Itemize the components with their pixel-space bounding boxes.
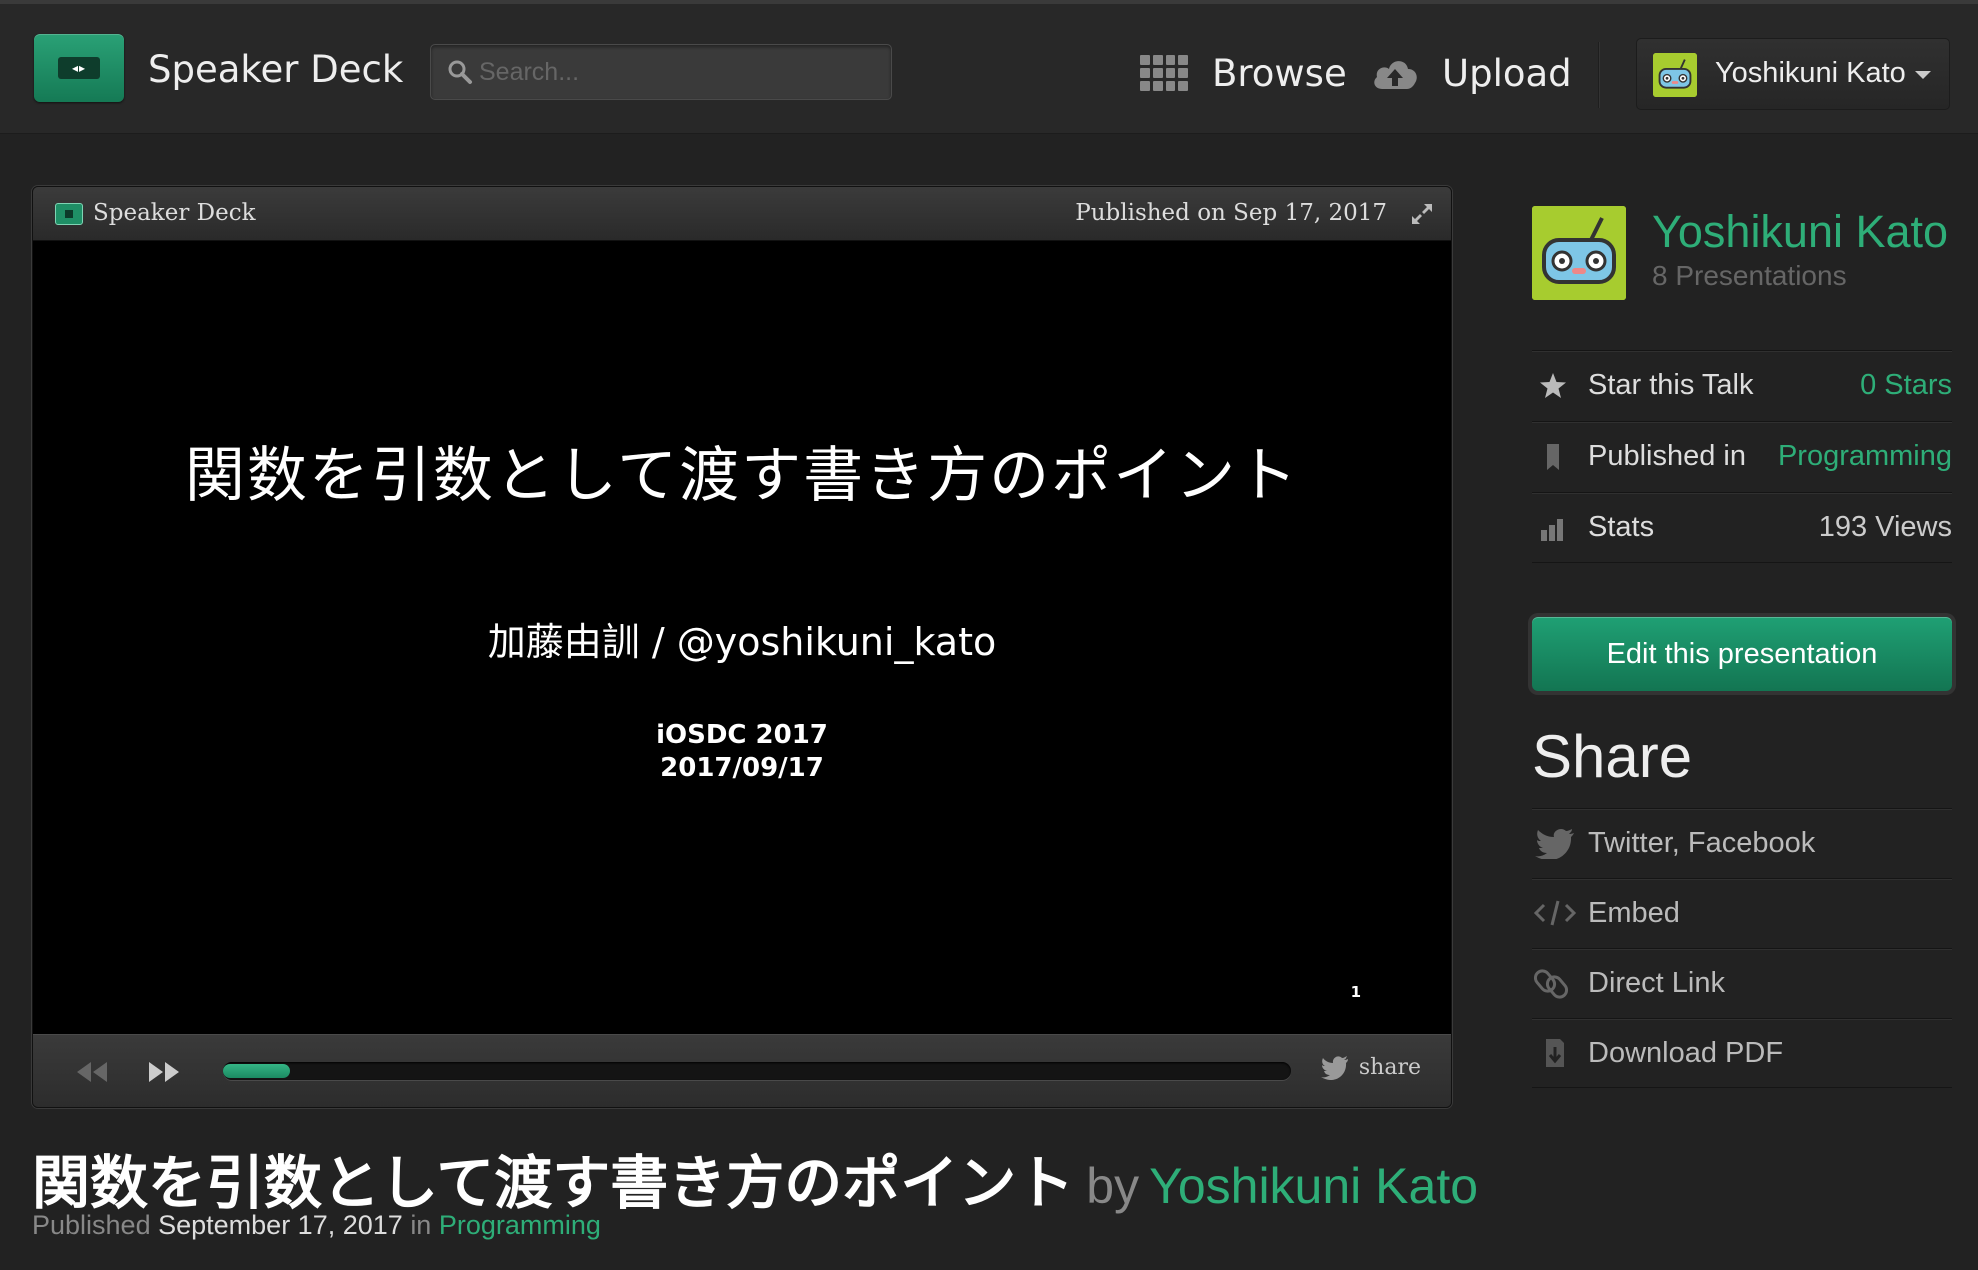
boombox-avatar-icon [1532,206,1626,300]
player-brand[interactable]: Speaker Deck [93,200,256,226]
caret-down-icon [1915,71,1931,79]
nav-upload-label: Upload [1442,51,1572,95]
bar-chart-icon [1541,519,1563,541]
share-direct-link-label: Direct Link [1588,967,1725,999]
author-avatar[interactable] [1532,206,1626,300]
user-menu-dropdown[interactable]: Yoshikuni Kato [1636,38,1950,110]
slide-player: Speaker Deck Published on Sep 17, 2017 関… [32,186,1452,1108]
talk-meta: Published September 17, 2017 in Programm… [32,1210,601,1241]
presentation-count[interactable]: 8 Presentations [1652,260,1847,292]
slide-conference: iOSDC 2017 [656,720,828,750]
stats-label: Stats [1588,511,1655,543]
next-slide-icon[interactable] [147,1057,183,1087]
view-count: 193 Views [1818,511,1952,543]
twitter-bird-icon [1320,1055,1348,1080]
player-published-date: Published on Sep 17, 2017 [1075,200,1387,226]
nav-browse[interactable]: Browse [1140,48,1347,98]
stats-row[interactable]: Stats 193 Views [1532,492,1952,563]
star-row[interactable]: Star this Talk 0 Stars [1532,350,1952,421]
share-embed-label: Embed [1588,897,1680,929]
cloud-upload-icon [1374,61,1417,89]
top-navbar: ◂▸ Speaker Deck Browse Upload [0,0,1978,134]
share-list: Twitter, Facebook Embed Direct Link Down… [1532,808,1952,1088]
share-embed[interactable]: Embed [1532,878,1952,948]
slide-canvas[interactable]: 関数を引数として渡す書き方のポイント 加藤由訓 / @yoshikuni_kat… [33,241,1451,1034]
link-icon [1534,969,1569,999]
author-name-link[interactable]: Yoshikuni Kato [1652,206,1948,258]
talk-title: 関数を引数として渡す書き方のポイント [32,1149,1075,1217]
previous-slide-icon[interactable] [73,1057,109,1087]
published-date: September 17, 2017 [158,1210,403,1240]
slide-author: 加藤由訓 / @yoshikuni_kato [487,620,997,664]
share-download-pdf-label: Download PDF [1588,1037,1784,1069]
nav-upload[interactable]: Upload [1370,48,1572,98]
slide-progress-bar[interactable] [223,1062,1291,1080]
nav-browse-label: Browse [1212,51,1347,95]
player-share-button[interactable]: share [1320,1055,1421,1080]
edit-presentation-button[interactable]: Edit this presentation [1532,617,1952,691]
search-box[interactable] [430,44,892,100]
player-toolbar: Speaker Deck Published on Sep 17, 2017 [33,187,1451,241]
speakerdeck-mini-logo-icon [55,203,83,225]
star-icon [1540,373,1566,398]
bookmark-icon [1547,444,1559,470]
talk-author-link[interactable]: Yoshikuni Kato [1149,1158,1478,1214]
grid-icon [1140,55,1188,91]
published-in-row: Published in Programming [1532,421,1952,492]
share-heading: Share [1532,723,1693,790]
slide-page-number: 1 [1350,983,1361,1001]
talk-heading: 関数を引数として渡す書き方のポイント by Yoshikuni Kato [32,1136,1478,1220]
share-twitter-facebook[interactable]: Twitter, Facebook [1532,808,1952,878]
logo-arrows-icon: ◂▸ [58,57,100,79]
share-download-pdf[interactable]: Download PDF [1532,1018,1952,1088]
player-controls: share [33,1034,1451,1107]
in-label: in [410,1210,432,1240]
published-in-label: Published in [1588,440,1746,472]
download-icon [1546,1039,1564,1067]
published-label: Published [32,1210,151,1240]
code-icon [1534,900,1576,926]
talk-stats-list: Star this Talk 0 Stars Published in Prog… [1532,350,1952,563]
slide-title: 関数を引数として渡す書き方のポイント [184,441,1300,511]
star-label: Star this Talk [1588,369,1754,401]
speakerdeck-logo[interactable]: ◂▸ [34,34,124,102]
search-icon [448,60,472,84]
slide-progress-fill [223,1064,291,1078]
search-input[interactable] [479,45,879,99]
brand-name[interactable]: Speaker Deck [148,48,403,91]
share-direct-link[interactable]: Direct Link [1532,948,1952,1018]
fullscreen-expand-icon[interactable] [1409,201,1435,227]
slide-conference-info: iOSDC 2017 2017/09/17 [33,719,1451,785]
nav-divider [1598,42,1600,108]
published-in-category[interactable]: Programming [1778,440,1952,473]
category-link[interactable]: Programming [439,1210,601,1240]
share-twitter-facebook-label: Twitter, Facebook [1588,827,1816,859]
player-share-label: share [1358,1055,1421,1080]
twitter-bird-icon [1535,828,1574,859]
talk-by-label: by [1086,1158,1140,1214]
user-avatar [1653,53,1697,97]
user-name: Yoshikuni Kato [1715,57,1906,89]
star-count: 0 Stars [1860,369,1952,401]
slide-date: 2017/09/17 [660,753,824,783]
